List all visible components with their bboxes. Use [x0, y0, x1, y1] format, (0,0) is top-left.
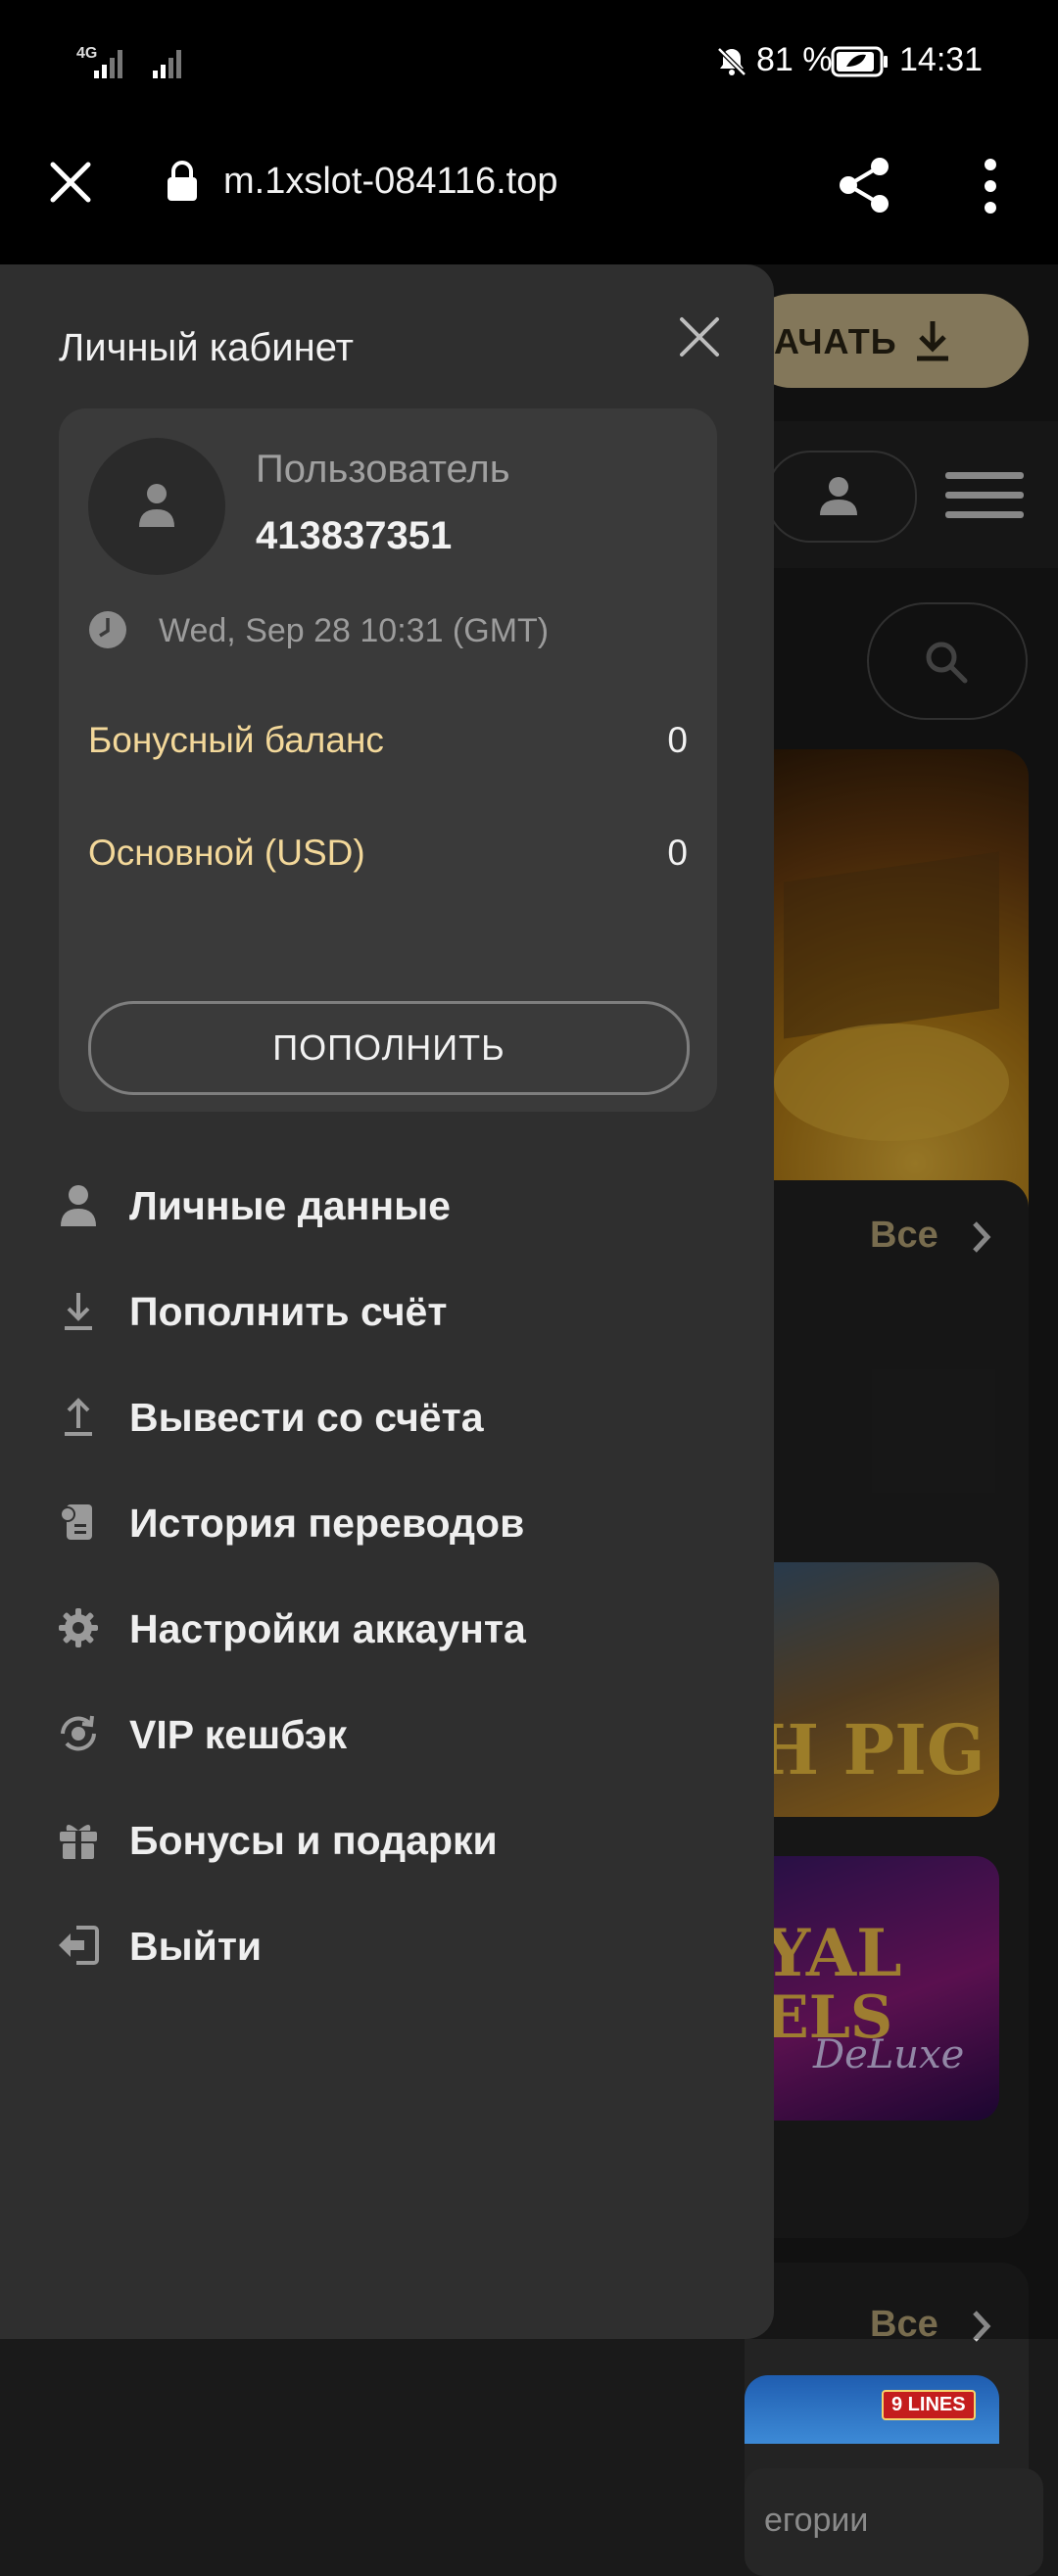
- close-icon[interactable]: [676, 313, 723, 360]
- menu-item-deposit[interactable]: Пополнить счёт: [57, 1271, 743, 1350]
- categories-bar[interactable]: егории: [745, 2468, 1043, 2576]
- menu-item-withdraw[interactable]: Вывести со счёта: [57, 1377, 743, 1455]
- menu-item-label: Пополнить счёт: [129, 1289, 448, 1334]
- share-icon[interactable]: [835, 155, 893, 215]
- cashback-icon: [61, 1715, 96, 1751]
- user-id: 413837351: [256, 514, 453, 557]
- menu-item-label: Настройки аккаунта: [129, 1606, 526, 1651]
- menu-item-bonuses[interactable]: Бонусы и подарки: [57, 1800, 743, 1879]
- lock-icon: [168, 161, 197, 201]
- user-icon: [61, 1185, 96, 1226]
- menu-item-account-settings[interactable]: Настройки аккаунта: [57, 1589, 743, 1667]
- bonus-balance-label: Бонусный баланс: [88, 720, 384, 760]
- menu-item-history[interactable]: История переводов: [57, 1483, 743, 1561]
- categories-text: егории: [764, 2502, 869, 2539]
- gear-icon: [59, 1608, 98, 1647]
- menu-item-label: VIP кешбэк: [129, 1712, 348, 1757]
- browser-toolbar: m.1xslot-084116.top: [0, 125, 1058, 264]
- signal-icon-2: [153, 50, 181, 78]
- bonus-balance-value: 0: [667, 720, 688, 760]
- main-balance-label: Основной (USD): [88, 833, 365, 873]
- clock-icon: [89, 611, 126, 648]
- mute-bell-icon: [717, 47, 746, 76]
- avatar: [88, 438, 225, 575]
- history-icon: [60, 1504, 92, 1540]
- session-datetime: Wed, Sep 28 10:31 (GMT): [159, 612, 550, 649]
- menu-item-label: Выйти: [129, 1924, 263, 1969]
- account-drawer: Личный кабинет Пользователь 413837351 We…: [0, 264, 774, 2339]
- menu-item-vip-cashback[interactable]: VIP кешбэк: [57, 1694, 743, 1773]
- download-icon: [65, 1293, 92, 1330]
- user-label: Пользователь: [256, 448, 510, 491]
- more-options-icon[interactable]: [976, 155, 1005, 217]
- battery-icon: [831, 46, 888, 77]
- lines-badge: 9 LINES: [882, 2390, 976, 2420]
- menu-item-personal-data[interactable]: Личные данные: [57, 1166, 743, 1244]
- gift-icon: [60, 1825, 97, 1859]
- profile-card: Пользователь 413837351 Wed, Sep 28 10:31…: [59, 408, 717, 1112]
- battery-percent: 81 %: [756, 41, 833, 78]
- main-balance-value: 0: [667, 833, 688, 873]
- menu-item-label: Вывести со счёта: [129, 1395, 484, 1440]
- menu-item-label: Личные данные: [129, 1183, 451, 1228]
- upload-icon: [65, 1398, 92, 1436]
- topup-button[interactable]: ПОПОЛНИТЬ: [88, 1001, 690, 1095]
- drawer-title: Личный кабинет: [59, 326, 354, 369]
- menu-item-label: Бонусы и подарки: [129, 1818, 498, 1863]
- user-icon: [139, 484, 174, 527]
- close-tab-icon[interactable]: [49, 161, 92, 204]
- menu-item-label: История переводов: [129, 1501, 525, 1546]
- signal-icon: [94, 50, 122, 78]
- url-text[interactable]: m.1xslot-084116.top: [223, 161, 558, 203]
- menu-item-logout[interactable]: Выйти: [57, 1906, 743, 1984]
- clock-time: 14:31: [899, 41, 984, 78]
- status-bar: 4G 81 % 14:31: [0, 0, 1058, 125]
- logout-icon: [59, 1926, 99, 1965]
